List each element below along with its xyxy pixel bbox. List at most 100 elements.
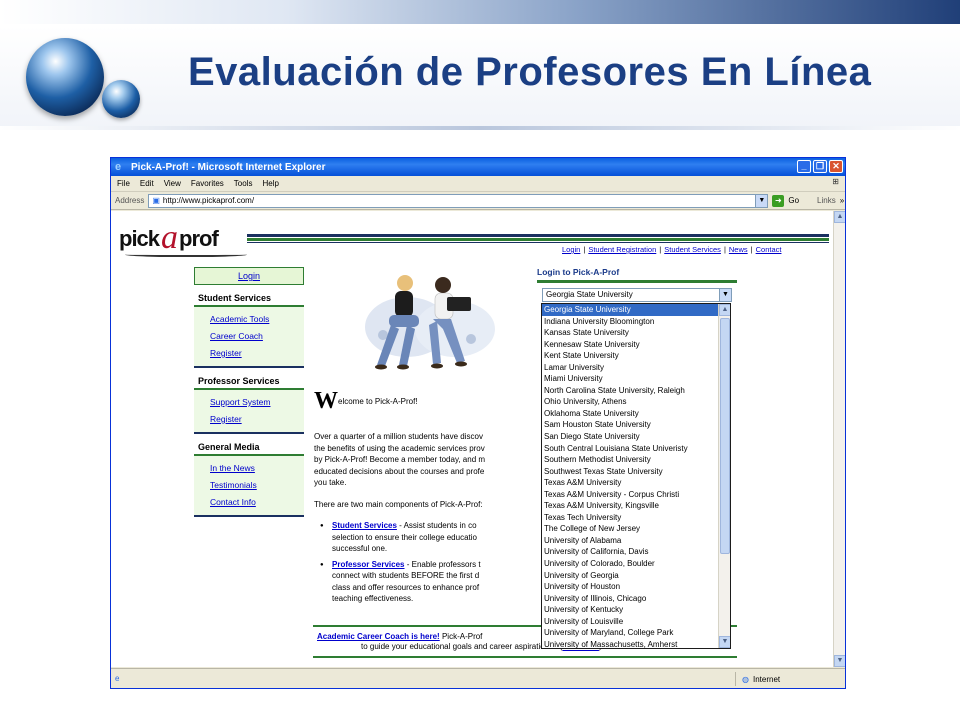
- slide-header-divider: [0, 126, 960, 130]
- list-item[interactable]: University of Massachusetts, Amherst: [542, 639, 730, 648]
- menu-favorites[interactable]: Favorites: [191, 179, 224, 188]
- browser-window: e Pick-A-Prof! - Microsoft Internet Expl…: [110, 157, 846, 689]
- close-icon[interactable]: ✕: [829, 160, 843, 173]
- windows-flag-icon: ⊞: [832, 177, 839, 186]
- list-item[interactable]: University of Colorado, Boulder: [542, 558, 730, 570]
- university-select[interactable]: Georgia State University ▼: [542, 288, 732, 302]
- menu-file[interactable]: File: [117, 179, 130, 188]
- menu-help[interactable]: Help: [262, 179, 278, 188]
- list-item[interactable]: Texas Tech University: [542, 512, 730, 524]
- sidebar-item-support-system[interactable]: Support System: [210, 394, 304, 411]
- sidebar-item-academic-tools[interactable]: Academic Tools: [210, 311, 304, 328]
- career-coach-link[interactable]: Academic Career Coach is here!: [317, 632, 440, 641]
- sidebar-item-contact-info[interactable]: Contact Info: [210, 494, 304, 511]
- chevron-down-icon[interactable]: ▼: [755, 194, 768, 207]
- list-item[interactable]: Ohio University, Athens: [542, 396, 730, 408]
- professor-services-heading: Professor Services: [198, 376, 280, 386]
- list-item[interactable]: Texas A&M University, Kingsville: [542, 500, 730, 512]
- nav-news[interactable]: News: [729, 245, 748, 254]
- sidebar-item-in-the-news[interactable]: In the News: [210, 460, 304, 477]
- login-panel: Login to Pick-A-Prof Georgia State Unive…: [537, 267, 737, 302]
- list-item[interactable]: San Diego State University: [542, 431, 730, 443]
- ie-logo-icon: e: [115, 161, 122, 173]
- list-item[interactable]: Oklahoma State University: [542, 408, 730, 420]
- menu-edit[interactable]: Edit: [140, 179, 154, 188]
- scrollbar-thumb[interactable]: [720, 318, 730, 554]
- professor-services-link[interactable]: Professor Services: [332, 560, 405, 569]
- student-services-heading: Student Services: [198, 293, 272, 303]
- list-item[interactable]: Kansas State University: [542, 327, 730, 339]
- logo-text-left: pick: [119, 226, 160, 251]
- list-item[interactable]: University of California, Davis: [542, 546, 730, 558]
- list-item[interactable]: Lamar University: [542, 362, 730, 374]
- list-item[interactable]: Miami University: [542, 373, 730, 385]
- university-dropdown-list[interactable]: Georgia State University Indiana Univers…: [541, 303, 731, 649]
- list-item[interactable]: Texas A&M University: [542, 477, 730, 489]
- scroll-up-icon[interactable]: ▲: [719, 304, 730, 316]
- dropdown-scrollbar[interactable]: ▲ ▼: [718, 304, 730, 648]
- page-scrollbar[interactable]: ▲ ▼: [833, 211, 845, 667]
- nav-student-registration[interactable]: Student Registration: [588, 245, 656, 254]
- links-label[interactable]: Links: [817, 196, 836, 205]
- list-item[interactable]: Sam Houston State University: [542, 419, 730, 431]
- scroll-down-icon[interactable]: ▼: [834, 655, 845, 667]
- address-input[interactable]: ▣ http://www.pickaprof.com/ ▼: [148, 193, 769, 208]
- list-item[interactable]: University of Houston: [542, 581, 730, 593]
- intro-line: Over a quarter of a million students hav…: [314, 432, 483, 441]
- chevron-down-icon[interactable]: ▼: [719, 289, 731, 301]
- page-icon: ▣: [152, 196, 160, 205]
- list-item[interactable]: Texas A&M University - Corpus Christi: [542, 489, 730, 501]
- browser-window-title: Pick-A-Prof! - Microsoft Internet Explor…: [131, 161, 326, 173]
- list-item[interactable]: University of Maryland, College Park: [542, 627, 730, 639]
- list-item[interactable]: Indiana University Bloomington: [542, 316, 730, 328]
- nav-contact[interactable]: Contact: [756, 245, 782, 254]
- student-services-link[interactable]: Student Services: [332, 521, 397, 530]
- address-label: Address: [115, 196, 145, 205]
- address-bar: Address ▣ http://www.pickaprof.com/ ▼ ➜ …: [111, 192, 845, 210]
- list-item[interactable]: South Central Louisiana State Univeristy: [542, 443, 730, 455]
- top-nav: Login | Student Registration | Student Servi…: [562, 245, 782, 254]
- status-bar: e ◍ Internet: [111, 668, 845, 688]
- list-item[interactable]: Kent State University: [542, 350, 730, 362]
- list-item[interactable]: University of Illinois, Chicago: [542, 593, 730, 605]
- list-item[interactable]: University of Georgia: [542, 570, 730, 582]
- go-button[interactable]: Go: [788, 196, 799, 205]
- list-item[interactable]: University of Alabama: [542, 535, 730, 547]
- menu-tools[interactable]: Tools: [234, 179, 253, 188]
- window-controls: _ ❐ ✕: [797, 160, 843, 173]
- sidebar-login-button[interactable]: Login: [194, 267, 304, 285]
- list-item[interactable]: Southwest Texas State University: [542, 466, 730, 478]
- bullet-text: teaching effectiveness.: [332, 594, 414, 603]
- list-item[interactable]: University of Louisville: [542, 616, 730, 628]
- nav-login[interactable]: Login: [562, 245, 580, 254]
- intro-line: you take.: [314, 478, 347, 487]
- list-item[interactable]: Southern Methodist University: [542, 454, 730, 466]
- menu-view[interactable]: View: [164, 179, 181, 188]
- minimize-icon[interactable]: _: [797, 160, 811, 173]
- sidebar-item-testimonials[interactable]: Testimonials: [210, 477, 304, 494]
- chevron-right-icon[interactable]: »: [840, 196, 844, 205]
- list-item[interactable]: University of Kentucky: [542, 604, 730, 616]
- bullet-text: successful one.: [332, 544, 388, 553]
- sidebar-item-professor-register[interactable]: Register: [210, 411, 304, 428]
- list-item[interactable]: Kennesaw State University: [542, 339, 730, 351]
- welcome-initial: W: [314, 388, 338, 414]
- scroll-down-icon[interactable]: ▼: [719, 636, 730, 648]
- list-item[interactable]: The College of New Jersey: [542, 523, 730, 535]
- go-arrow-icon[interactable]: ➜: [772, 194, 785, 207]
- security-zone: ◍ Internet: [735, 672, 780, 686]
- list-item[interactable]: North Carolina State University, Raleigh: [542, 385, 730, 397]
- restore-icon[interactable]: ❐: [813, 160, 827, 173]
- sidebar-item-career-coach[interactable]: Career Coach: [210, 328, 304, 345]
- login-panel-title: Login to Pick-A-Prof: [537, 267, 620, 277]
- nav-student-services[interactable]: Student Services: [664, 245, 721, 254]
- students-photo: [365, 275, 495, 370]
- scroll-up-icon[interactable]: ▲: [834, 211, 845, 223]
- slide-title: Evaluación de Profesores En Línea: [188, 50, 872, 94]
- sidebar-item-student-register[interactable]: Register: [210, 345, 304, 362]
- list-item: Professor Services - Enable professors t…: [320, 559, 542, 605]
- globe-icon: [26, 38, 104, 116]
- header-stripe-navy: [247, 234, 829, 237]
- list-item[interactable]: Georgia State University: [542, 304, 730, 316]
- career-text: Pick-A-Prof: [439, 632, 483, 641]
